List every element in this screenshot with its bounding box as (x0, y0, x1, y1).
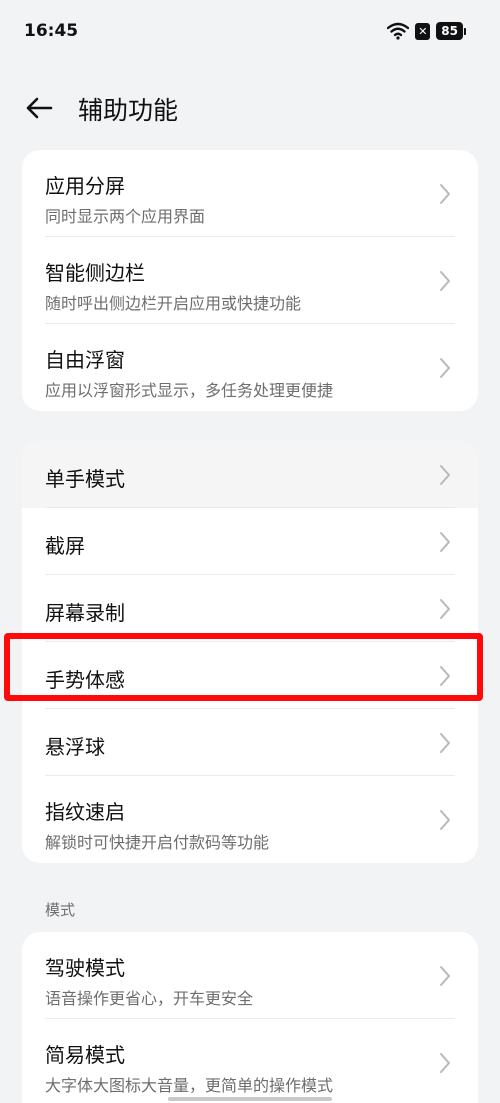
item-title: 驾驶模式 (45, 956, 125, 980)
list-item-simple-mode[interactable]: 简易模式 大字体大图标大音量，更简单的操作模式 (22, 1019, 478, 1103)
back-button[interactable] (22, 92, 56, 124)
item-subtitle: 随时呼出侧边栏开启应用或快捷功能 (45, 294, 302, 313)
item-title: 悬浮球 (45, 735, 105, 759)
section-label-modes: 模式 (45, 901, 76, 919)
chevron-right-icon (440, 965, 450, 986)
item-title: 屏幕录制 (45, 601, 125, 625)
list-item-split-screen[interactable]: 应用分屏 同时显示两个应用界面 (22, 150, 478, 237)
battery-icon: 85 (436, 22, 466, 40)
item-subtitle: 解锁时可快捷开启付款码等功能 (45, 833, 270, 852)
item-title: 手势体感 (45, 668, 125, 692)
chevron-right-icon (440, 357, 450, 378)
list-item-fingerprint-quick-launch[interactable]: 指纹速启 解锁时可快捷开启付款码等功能 (22, 776, 478, 863)
item-subtitle: 语音操作更省心，开车更安全 (45, 989, 254, 1008)
chevron-right-icon (440, 464, 450, 485)
list-item-floating-window[interactable]: 自由浮窗 应用以浮窗形式显示，多任务处理更便捷 (22, 324, 478, 411)
item-title: 单手模式 (45, 467, 125, 491)
chevron-right-icon (440, 1052, 450, 1073)
chevron-right-icon (440, 598, 450, 619)
status-icons: ✕ 85 (387, 22, 466, 40)
battery-tip (464, 27, 466, 35)
chevron-right-icon (440, 809, 450, 830)
item-title: 截屏 (45, 534, 85, 558)
list-item-one-hand-mode[interactable]: 单手模式 (22, 441, 478, 508)
settings-card-modes: 驾驶模式 语音操作更省心，开车更安全 简易模式 大字体大图标大音量，更简单的操作… (22, 932, 478, 1103)
list-item-driving-mode[interactable]: 驾驶模式 语音操作更省心，开车更安全 (22, 932, 478, 1019)
item-title: 指纹速启 (45, 800, 125, 824)
chevron-right-icon (440, 665, 450, 686)
status-time: 16:45 (24, 21, 79, 41)
status-bar: 16:45 ✕ 85 (0, 0, 500, 64)
list-item-smart-sidebar[interactable]: 智能侧边栏 随时呼出侧边栏开启应用或快捷功能 (22, 237, 478, 324)
page-title: 辅助功能 (78, 96, 179, 125)
sim-x-icon: ✕ (415, 22, 431, 40)
item-subtitle: 应用以浮窗形式显示，多任务处理更便捷 (45, 381, 334, 400)
settings-card-multitask: 应用分屏 同时显示两个应用界面 智能侧边栏 随时呼出侧边栏开启应用或快捷功能 自… (22, 150, 478, 411)
chevron-right-icon (440, 531, 450, 552)
item-subtitle: 同时显示两个应用界面 (45, 207, 206, 226)
item-title: 简易模式 (45, 1043, 125, 1067)
home-indicator[interactable] (168, 1097, 332, 1101)
chevron-right-icon (440, 732, 450, 753)
chevron-right-icon (440, 183, 450, 204)
settings-card-tools: 单手模式 截屏 屏幕录制 手势体感 悬浮球 指纹速启 解锁时可快捷开启付款码等功… (22, 441, 478, 863)
list-item-floating-ball[interactable]: 悬浮球 (22, 709, 478, 776)
item-title: 自由浮窗 (45, 348, 125, 372)
item-subtitle: 大字体大图标大音量，更简单的操作模式 (45, 1076, 334, 1095)
arrow-left-icon (26, 97, 53, 119)
page-header: 辅助功能 (0, 80, 500, 136)
item-title: 智能侧边栏 (45, 261, 145, 285)
chevron-right-icon (440, 270, 450, 291)
list-item-screenshot[interactable]: 截屏 (22, 508, 478, 575)
list-item-screen-recording[interactable]: 屏幕录制 (22, 575, 478, 642)
list-item-gesture-motion[interactable]: 手势体感 (22, 642, 478, 709)
wifi-icon (387, 22, 410, 40)
battery-level: 85 (436, 22, 463, 40)
item-title: 应用分屏 (45, 174, 125, 198)
